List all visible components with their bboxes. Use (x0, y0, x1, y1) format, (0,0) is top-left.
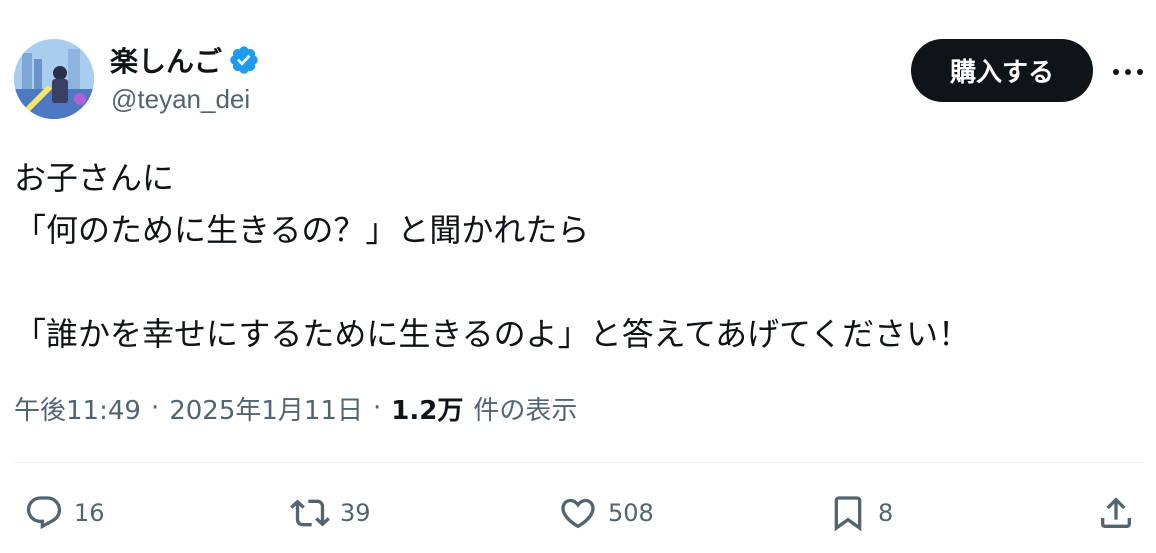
bookmark-count: 8 (878, 498, 894, 527)
meta-separator: · (150, 393, 160, 423)
like-count: 508 (608, 498, 654, 527)
like-button[interactable]: 508 (558, 485, 654, 540)
reply-button[interactable]: 16 (24, 485, 105, 540)
repost-icon (290, 498, 330, 527)
tweet-time[interactable]: 午後11:49 (14, 390, 141, 427)
reply-icon (26, 495, 62, 529)
views-label: 件の表示 (473, 395, 578, 426)
reply-count: 16 (74, 498, 105, 527)
author-name-row: 楽しんご (110, 40, 260, 80)
tweet-text: お子さんに 「何のために生きるの？」と聞かれたら 「誰かを幸せにするために生きる… (14, 159, 971, 353)
heart-icon (561, 498, 595, 528)
action-bar: 16 39 508 8 (0, 485, 1156, 540)
verified-badge-icon[interactable] (228, 44, 260, 76)
views-count[interactable]: 1.2万 (391, 390, 463, 427)
divider (14, 462, 1144, 463)
tweet-card: 楽しんご @teyan_dei 購入する お子さんに 「何のために生きるの？」と… (0, 0, 1156, 553)
meta-separator: · (373, 393, 382, 423)
repost-count: 39 (340, 498, 371, 527)
tweet-date[interactable]: 2025年1月11日 (169, 390, 363, 427)
display-name[interactable]: 楽しんご (110, 40, 222, 80)
bookmark-icon (834, 495, 862, 531)
author-handle[interactable]: @teyan_dei (111, 84, 250, 115)
share-button[interactable] (1096, 485, 1136, 540)
repost-button[interactable]: 39 (290, 485, 371, 540)
bookmark-button[interactable]: 8 (828, 485, 893, 540)
avatar-image (14, 39, 94, 119)
more-horizontal-icon[interactable] (1110, 58, 1146, 86)
share-icon (1101, 496, 1131, 528)
tweet-meta: 午後11:49 · 2025年1月11日 · 1.2万 件の表示 (14, 388, 577, 428)
buy-button[interactable]: 購入する (911, 39, 1093, 102)
avatar[interactable] (14, 39, 94, 119)
